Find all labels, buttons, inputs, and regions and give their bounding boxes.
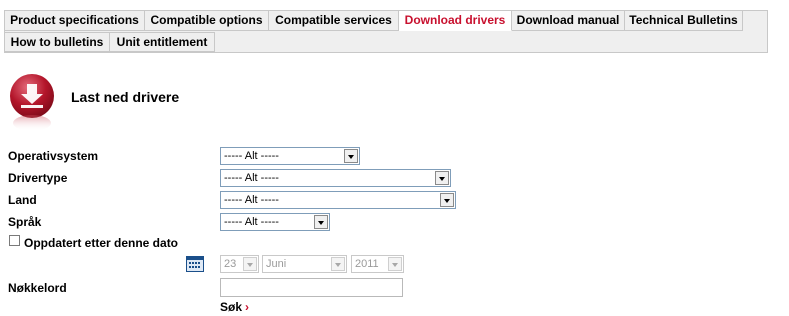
tab-how-to-bulletins[interactable]: How to bulletins: [5, 32, 110, 52]
chevron-down-icon: [344, 149, 358, 163]
tab-compatible-options[interactable]: Compatible options: [145, 11, 269, 31]
date-day-select[interactable]: 23: [220, 255, 259, 273]
tab-unit-entitlement[interactable]: Unit entitlement: [110, 32, 215, 52]
tab-compatible-services[interactable]: Compatible services: [269, 11, 399, 31]
updated-after-checkbox[interactable]: [9, 235, 20, 246]
chevron-right-icon: ›: [245, 300, 250, 314]
drivertype-select-value: ----- Alt -----: [224, 172, 279, 184]
date-month-value: Juni: [266, 258, 287, 270]
tab-product-specifications[interactable]: Product specifications: [5, 11, 145, 31]
tab-download-drivers[interactable]: Download drivers: [399, 11, 512, 31]
os-label: Operativsystem: [8, 149, 99, 163]
chevron-down-icon: [243, 257, 257, 271]
country-select[interactable]: ----- Alt -----: [220, 191, 456, 209]
download-icon: [8, 72, 56, 134]
date-month-select[interactable]: Juni: [262, 255, 347, 273]
keyword-input[interactable]: [220, 278, 403, 297]
updated-after-label: Oppdatert etter denne dato: [24, 236, 179, 250]
tab-technical-bulletins[interactable]: Technical Bulletins: [625, 11, 743, 31]
date-year-select[interactable]: 2011: [351, 255, 404, 273]
chevron-down-icon: [388, 257, 402, 271]
language-select-value: ----- Alt -----: [224, 216, 279, 228]
country-select-value: ----- Alt -----: [224, 194, 279, 206]
date-day-value: 23: [224, 258, 237, 270]
page-title: Last ned drivere: [71, 89, 180, 105]
chevron-down-icon: [331, 257, 345, 271]
search-button-label: Søk: [220, 300, 243, 314]
tab-download-manual[interactable]: Download manual: [512, 11, 625, 31]
chevron-down-icon: [435, 171, 449, 185]
language-select[interactable]: ----- Alt -----: [220, 213, 330, 231]
os-select[interactable]: ----- Alt -----: [220, 147, 360, 165]
drivertype-select[interactable]: ----- Alt -----: [220, 169, 451, 187]
tab-bar: Product specifications Compatible option…: [4, 10, 768, 53]
date-year-value: 2011: [355, 258, 379, 270]
country-label: Land: [8, 193, 37, 207]
search-button[interactable]: Søk ›: [220, 300, 249, 314]
keyword-label: Nøkkelord: [8, 281, 67, 295]
calendar-icon[interactable]: [186, 256, 204, 272]
chevron-down-icon: [440, 193, 454, 207]
os-select-value: ----- Alt -----: [224, 150, 279, 162]
language-label: Språk: [8, 215, 42, 229]
drivertype-label: Drivertype: [8, 171, 68, 185]
chevron-down-icon: [314, 215, 328, 229]
